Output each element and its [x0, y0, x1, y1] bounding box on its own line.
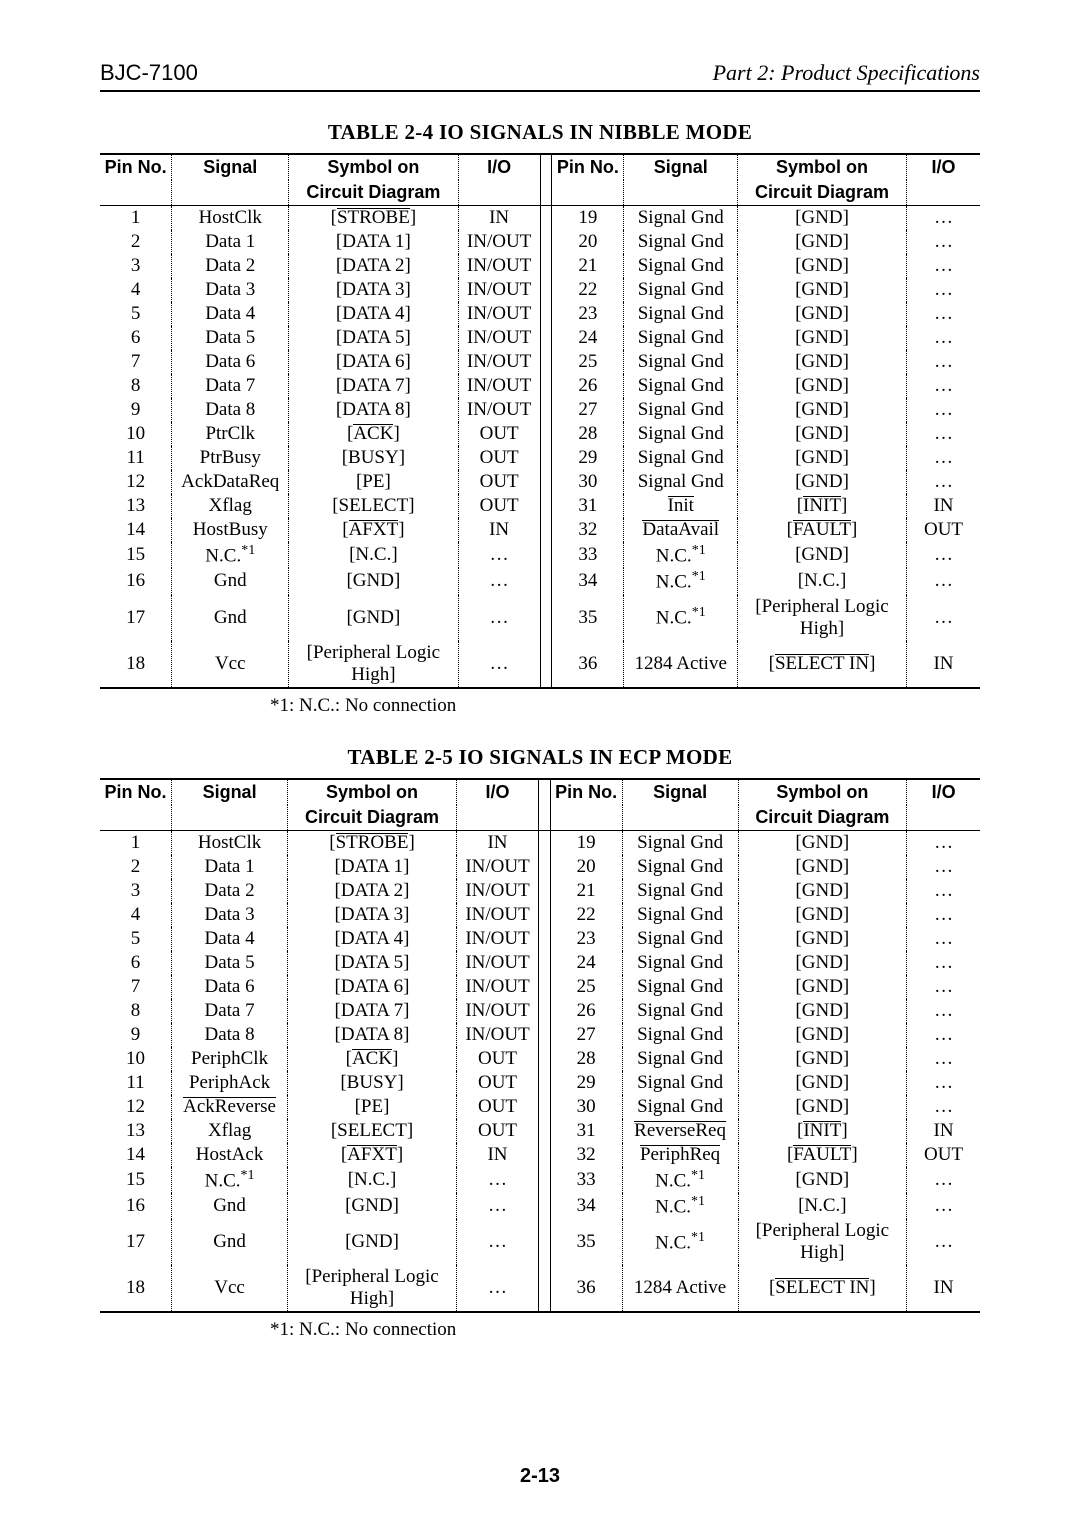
table-row: 10PtrClk[ACK]OUT28Signal Gnd[GND]…: [100, 422, 980, 446]
table1: Pin No.SignalSymbol onI/OPin No.SignalSy…: [100, 153, 980, 689]
table-row: 7Data 6[DATA 6]IN/OUT25Signal Gnd[GND]…: [100, 975, 980, 999]
model-label: BJC-7100: [100, 60, 198, 86]
table-row: 2Data 1[DATA 1]IN/OUT20Signal Gnd[GND]…: [100, 855, 980, 879]
table-row: 16Gnd[GND]…34N.C.*1[N.C.]…: [100, 568, 980, 594]
note2: *1: N.C.: No connection: [270, 1319, 980, 1341]
table-row: 5Data 4[DATA 4]IN/OUT23Signal Gnd[GND]…: [100, 927, 980, 951]
table-row: 18Vcc[Peripheral Logic High]…361284 Acti…: [100, 641, 980, 688]
table-row: 12AckDataReq[PE]OUT30Signal Gnd[GND]…: [100, 470, 980, 494]
table2-title: TABLE 2-5 IO SIGNALS IN ECP MODE: [100, 745, 980, 770]
table-row: 15N.C.*1[N.C.]…33N.C.*1[GND]…: [100, 1167, 980, 1193]
table-row: 8Data 7[DATA 7]IN/OUT26Signal Gnd[GND]…: [100, 374, 980, 398]
table-row: 1HostClk[STROBE]IN19Signal Gnd[GND]…: [100, 206, 980, 231]
table-row: 11PtrBusy[BUSY]OUT29Signal Gnd[GND]…: [100, 446, 980, 470]
table-row: 11PeriphAck[BUSY]OUT29Signal Gnd[GND]…: [100, 1071, 980, 1095]
table-row: 3Data 2[DATA 2]IN/OUT21Signal Gnd[GND]…: [100, 254, 980, 278]
table-row: 1HostClk[STROBE]IN19Signal Gnd[GND]…: [100, 830, 980, 855]
table-row: 17Gnd[GND]…35N.C.*1[Peripheral Logic Hig…: [100, 595, 980, 641]
note1: *1: N.C.: No connection: [270, 695, 980, 717]
table-row: 4Data 3[DATA 3]IN/OUT22Signal Gnd[GND]…: [100, 903, 980, 927]
table-row: 6Data 5[DATA 5]IN/OUT24Signal Gnd[GND]…: [100, 326, 980, 350]
table1-title: TABLE 2-4 IO SIGNALS IN NIBBLE MODE: [100, 120, 980, 145]
table-row: 4Data 3[DATA 3]IN/OUT22Signal Gnd[GND]…: [100, 278, 980, 302]
table-row: 12AckReverse[PE]OUT30Signal Gnd[GND]…: [100, 1095, 980, 1119]
table-row: 3Data 2[DATA 2]IN/OUT21Signal Gnd[GND]…: [100, 879, 980, 903]
table-row: 13Xflag[SELECT]OUT31ReverseReq[INIT]IN: [100, 1119, 980, 1143]
table-row: 15N.C.*1[N.C.]…33N.C.*1[GND]…: [100, 542, 980, 568]
table-row: 2Data 1[DATA 1]IN/OUT20Signal Gnd[GND]…: [100, 230, 980, 254]
table-row: 13Xflag[SELECT]OUT31Init[INIT]IN: [100, 494, 980, 518]
table-row: 10PeriphClk[ACK]OUT28Signal Gnd[GND]…: [100, 1047, 980, 1071]
table-row: 8Data 7[DATA 7]IN/OUT26Signal Gnd[GND]…: [100, 999, 980, 1023]
page-number: 2-13: [0, 1465, 1080, 1488]
table-row: 14HostAck[AFXT]IN32PeriphReq[FAULT]OUT: [100, 1143, 980, 1167]
table-row: 6Data 5[DATA 5]IN/OUT24Signal Gnd[GND]…: [100, 951, 980, 975]
table-row: 17Gnd[GND]…35N.C.*1[Peripheral Logic Hig…: [100, 1219, 980, 1265]
table-row: 18Vcc[Peripheral Logic High]…361284 Acti…: [100, 1265, 980, 1312]
table-row: 16Gnd[GND]…34N.C.*1[N.C.]…: [100, 1193, 980, 1219]
page-header: BJC-7100 Part 2: Product Specifications: [100, 60, 980, 92]
section-label: Part 2: Product Specifications: [713, 60, 980, 86]
table-row: 9Data 8[DATA 8]IN/OUT27Signal Gnd[GND]…: [100, 398, 980, 422]
table2: Pin No.SignalSymbol onI/OPin No.SignalSy…: [100, 778, 980, 1314]
table-row: 9Data 8[DATA 8]IN/OUT27Signal Gnd[GND]…: [100, 1023, 980, 1047]
table-row: 7Data 6[DATA 6]IN/OUT25Signal Gnd[GND]…: [100, 350, 980, 374]
table-row: 5Data 4[DATA 4]IN/OUT23Signal Gnd[GND]…: [100, 302, 980, 326]
table-row: 14HostBusy[AFXT]IN32DataAvail[FAULT]OUT: [100, 518, 980, 542]
